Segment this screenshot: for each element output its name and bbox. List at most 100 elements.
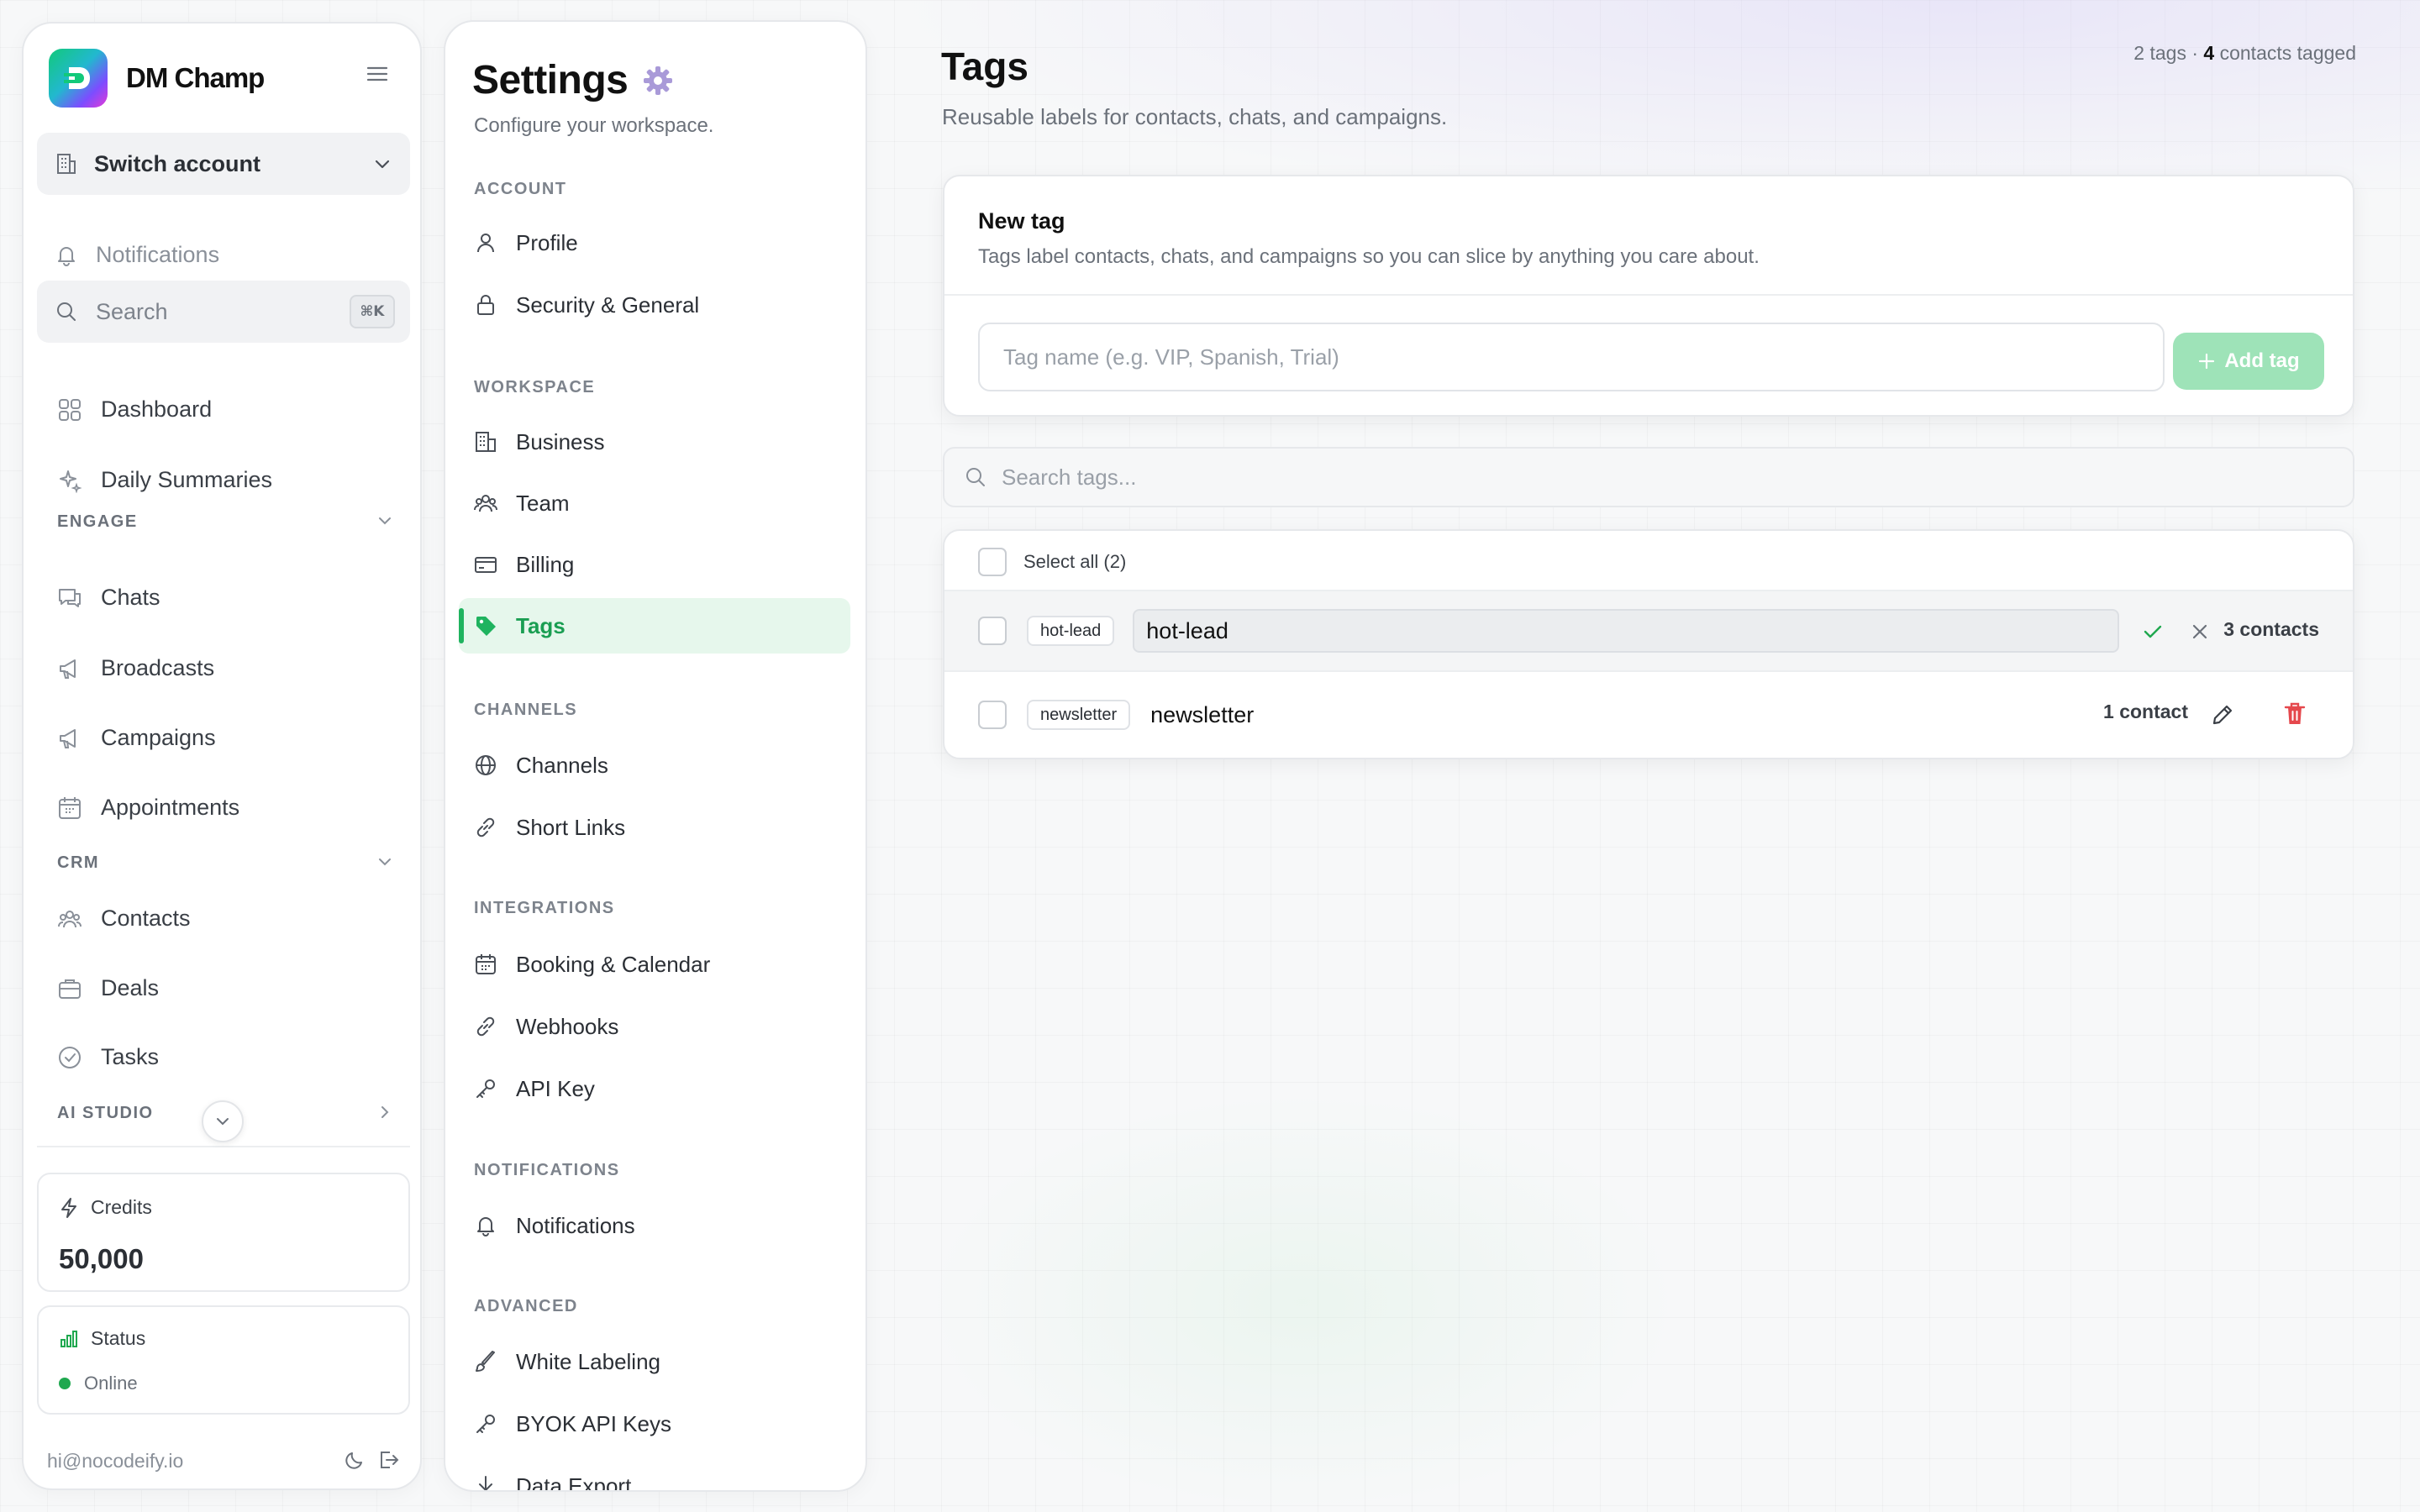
settings-item-label: API Key bbox=[516, 1075, 595, 1101]
users-icon bbox=[57, 906, 82, 932]
settings-item-label: Tags bbox=[516, 612, 566, 638]
sidebar-item-label: Campaigns bbox=[101, 725, 216, 750]
chevron-down-icon bbox=[213, 1112, 232, 1131]
credits-value: 50,000 bbox=[59, 1243, 144, 1274]
logout-icon[interactable] bbox=[376, 1448, 400, 1472]
sidebar-item-campaigns[interactable]: Campaigns bbox=[57, 725, 216, 751]
settings-item-label: Team bbox=[516, 490, 570, 516]
settings-item-white-labeling[interactable]: White Labeling bbox=[459, 1334, 850, 1389]
settings-item-short-links[interactable]: Short Links bbox=[459, 800, 850, 855]
plus-icon bbox=[2197, 352, 2216, 370]
settings-item-booking[interactable]: Booking & Calendar bbox=[459, 937, 850, 992]
tag-stats: 2 tags · 4 contacts tagged bbox=[2133, 42, 2356, 65]
check-icon[interactable] bbox=[2141, 620, 2165, 643]
section-title: ADVANCED bbox=[474, 1297, 578, 1315]
search-label: Search bbox=[96, 298, 168, 324]
switch-account-button[interactable]: Switch account bbox=[37, 133, 410, 195]
settings-item-team[interactable]: Team bbox=[459, 475, 850, 531]
chevron-down-icon bbox=[376, 512, 393, 529]
settings-item-business[interactable]: Business bbox=[459, 414, 850, 470]
section-title: AI STUDIO bbox=[57, 1104, 154, 1122]
settings-item-label: Profile bbox=[516, 229, 578, 255]
settings-item-security[interactable]: Security & General bbox=[459, 277, 850, 333]
sidebar-item-label: Appointments bbox=[101, 795, 240, 820]
settings-item-label: Booking & Calendar bbox=[516, 951, 711, 977]
settings-item-data-export[interactable]: Data Export bbox=[459, 1458, 850, 1492]
settings-item-tags[interactable]: Tags bbox=[459, 598, 850, 654]
settings-item-label: Data Export bbox=[516, 1473, 632, 1492]
megaphone-icon bbox=[57, 656, 82, 681]
building-icon bbox=[55, 152, 77, 176]
contact-count: 3 contacts bbox=[2223, 618, 2319, 640]
calendar-icon bbox=[474, 953, 497, 976]
page-title: Tags bbox=[941, 45, 1028, 88]
row-checkbox[interactable] bbox=[978, 617, 1007, 645]
section-title: ACCOUNT bbox=[474, 180, 567, 198]
pencil-icon[interactable] bbox=[2210, 702, 2235, 727]
new-tag-heading: New tag bbox=[978, 208, 1065, 234]
settings-item-label: Notifications bbox=[516, 1212, 635, 1238]
scroll-down-button[interactable] bbox=[202, 1100, 244, 1142]
tag-search-placeholder: Search tags... bbox=[1002, 464, 1137, 490]
tag-name-input[interactable]: Tag name (e.g. VIP, Spanish, Trial) bbox=[978, 323, 2165, 391]
section-title: CHANNELS bbox=[474, 701, 578, 719]
sidebar-item-label: Tasks bbox=[101, 1044, 160, 1069]
section-title: INTEGRATIONS bbox=[474, 899, 615, 917]
users-icon bbox=[474, 491, 497, 515]
grid-icon bbox=[57, 397, 82, 423]
notifications-link[interactable]: Notifications bbox=[55, 242, 219, 268]
chevron-right-icon bbox=[376, 1104, 393, 1121]
add-tag-button[interactable]: Add tag bbox=[2173, 333, 2324, 390]
divider bbox=[37, 1146, 410, 1147]
settings-item-byok[interactable]: BYOK API Keys bbox=[459, 1396, 850, 1452]
settings-panel: Settings Configure your workspace. ACCOU… bbox=[444, 20, 867, 1492]
moon-icon[interactable] bbox=[343, 1448, 366, 1472]
tag-icon bbox=[474, 614, 497, 638]
settings-item-webhooks[interactable]: Webhooks bbox=[459, 999, 850, 1054]
select-all-label: Select all (2) bbox=[1023, 551, 1127, 572]
section-crm[interactable]: CRM bbox=[57, 853, 393, 873]
trash-icon[interactable] bbox=[2282, 701, 2307, 727]
select-all-checkbox[interactable] bbox=[978, 548, 1007, 576]
brand[interactable]: DM Champ bbox=[49, 49, 265, 108]
sidebar-item-appointments[interactable]: Appointments bbox=[57, 795, 239, 821]
calendar-icon bbox=[57, 795, 82, 821]
tag-search-input[interactable]: Search tags... bbox=[943, 447, 2354, 507]
bell-icon bbox=[55, 244, 77, 266]
user-email: hi@nocodeify.io bbox=[47, 1450, 184, 1472]
bell-icon bbox=[474, 1214, 497, 1237]
close-icon[interactable] bbox=[2190, 622, 2210, 642]
row-checkbox[interactable] bbox=[978, 701, 1007, 729]
settings-item-label: Business bbox=[516, 428, 605, 454]
settings-item-billing[interactable]: Billing bbox=[459, 537, 850, 592]
sidebar-item-tasks[interactable]: Tasks bbox=[57, 1044, 159, 1070]
select-all[interactable]: Select all (2) bbox=[978, 548, 1126, 576]
sidebar-item-daily-summaries[interactable]: Daily Summaries bbox=[57, 467, 272, 493]
section-engage[interactable]: ENGAGE bbox=[57, 512, 393, 532]
section-title: ENGAGE bbox=[57, 512, 138, 531]
sparkle-icon bbox=[57, 468, 82, 493]
sidebar-item-label: Dashboard bbox=[101, 396, 213, 422]
tag-name-edit-input[interactable]: hot-lead bbox=[1133, 609, 2120, 653]
settings-item-notifications[interactable]: Notifications bbox=[459, 1198, 850, 1253]
sidebar-item-label: Chats bbox=[101, 585, 160, 610]
sidebar-item-deals[interactable]: Deals bbox=[57, 975, 159, 1001]
section-title: NOTIFICATIONS bbox=[474, 1161, 620, 1179]
key-icon bbox=[474, 1412, 497, 1436]
check-circle-icon bbox=[57, 1045, 82, 1070]
contacts-count: 4 bbox=[2203, 42, 2215, 64]
shortcut-badge: ⌘K bbox=[350, 295, 395, 328]
link-icon bbox=[474, 816, 497, 839]
sidebar-item-chats[interactable]: Chats bbox=[57, 585, 160, 611]
chevron-down-icon bbox=[376, 853, 393, 870]
sidebar-item-dashboard[interactable]: Dashboard bbox=[57, 396, 212, 423]
sidebar-item-broadcasts[interactable]: Broadcasts bbox=[57, 655, 214, 681]
sidebar-item-label: Broadcasts bbox=[101, 655, 215, 680]
settings-item-channels[interactable]: Channels bbox=[459, 738, 850, 793]
sidebar-item-contacts[interactable]: Contacts bbox=[57, 906, 191, 932]
settings-item-api-key[interactable]: API Key bbox=[459, 1061, 850, 1116]
menu-icon[interactable] bbox=[366, 66, 388, 82]
settings-item-profile[interactable]: Profile bbox=[459, 215, 850, 270]
user-icon bbox=[474, 231, 497, 255]
search-button[interactable]: Search ⌘K bbox=[37, 281, 410, 343]
